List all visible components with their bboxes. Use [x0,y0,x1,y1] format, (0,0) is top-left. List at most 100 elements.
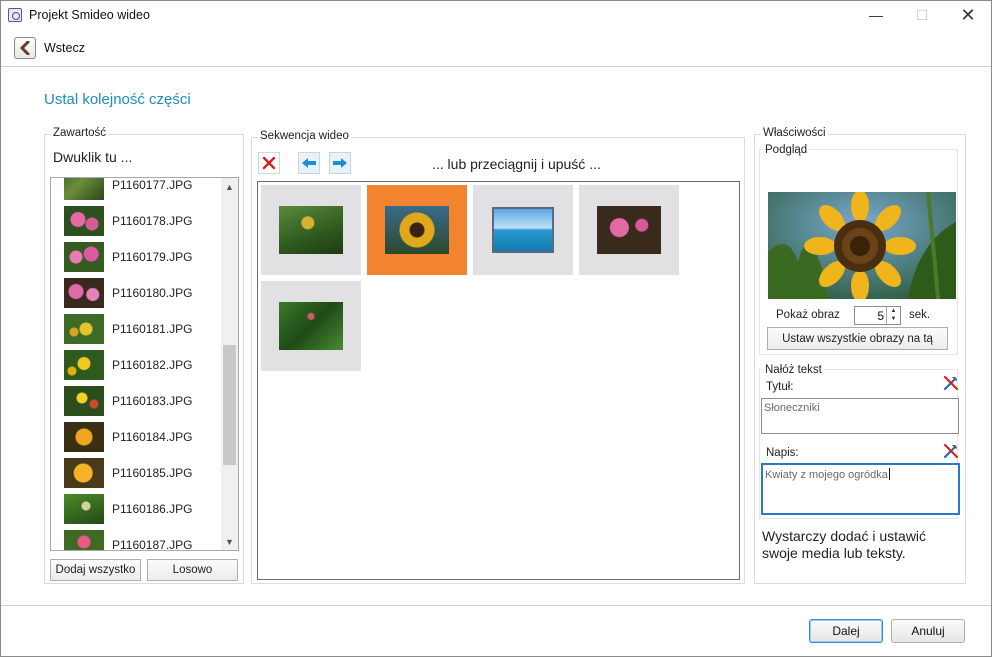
preview-image [768,192,956,299]
scroll-down-icon[interactable]: ▼ [221,533,238,550]
window-title: Projekt Smideo wideo [29,8,150,22]
duration-value[interactable]: 5 [877,309,884,323]
scroll-up-icon[interactable]: ▲ [221,178,238,195]
next-button[interactable]: Dalej [809,619,883,643]
file-thumbnail [64,494,104,524]
title-bar: Projekt Smideo wideo — ☐ ✕ [1,1,991,29]
title-input[interactable]: Słoneczniki [761,398,959,434]
sequence-thumbnail [279,302,343,350]
add-all-button[interactable]: Dodaj wszystko [50,559,141,581]
cancel-button[interactable]: Anuluj [891,619,965,643]
list-item[interactable]: P1160180.JPG [51,275,221,311]
list-item[interactable]: P1160187.JPG [51,527,221,551]
maximize-icon[interactable]: ☐ [899,1,945,29]
drop-hint: ... lub przeciągnij i upuść ... [432,156,601,172]
minimize-icon[interactable]: — [853,1,899,29]
sunflower-image [768,192,956,299]
stepper-down-icon[interactable]: ▼ [887,315,900,323]
back-label[interactable]: Wstecz [44,41,85,55]
sequence-item[interactable] [579,185,679,275]
stepper-up-icon[interactable]: ▲ [887,307,900,315]
page-title: Ustal kolejność części [44,91,191,108]
file-name: P1160181.JPG [112,322,193,336]
sequence-item[interactable] [261,281,361,371]
title-tools-icon[interactable] [942,374,960,392]
file-thumbnail [64,314,104,344]
overlay-text-group: Nałóż tekst Tytuł: Słoneczniki Napis: Kw… [759,364,960,519]
info-text: Wystarczy dodać i ustawić swoje media lu… [762,528,927,561]
file-thumbnail [64,422,104,452]
duration-stepper[interactable]: 5 ▲ ▼ [854,306,901,325]
sequence-thumbnail [279,206,343,254]
file-name: P1160185.JPG [112,466,193,480]
caption-input[interactable]: Kwiaty z mojego ogródka [761,463,960,515]
arrow-right-icon [333,158,347,168]
footer-separator [1,605,991,606]
list-item[interactable]: P1160184.JPG [51,419,221,455]
preview-legend: Podgląd [763,144,810,156]
list-item[interactable]: P1160183.JPG [51,383,221,419]
app-window: Projekt Smideo wideo — ☐ ✕ Wstecz Ustal … [0,0,992,657]
back-arrow-icon [19,40,30,55]
preview-group: Podgląd Pokaż obraz 5 ▲ ▼ sek. Ustaw wsz… [759,144,958,355]
list-item[interactable]: P1160179.JPG [51,239,221,275]
title-label: Tytuł: [766,381,794,393]
list-item[interactable]: P1160182.JPG [51,347,221,383]
set-all-images-button[interactable]: Ustaw wszystkie obrazy na tą [767,327,948,350]
stepper-buttons: ▲ ▼ [886,307,900,324]
file-name: P1160182.JPG [112,358,193,372]
file-name: P1160187.JPG [112,538,193,551]
file-list[interactable]: P1160177.JPG P1160178.JPG P1160179.JPG P… [50,177,239,551]
arrow-left-icon [302,158,316,168]
list-item[interactable]: P1160177.JPG [51,178,221,203]
list-item[interactable]: P1160185.JPG [51,455,221,491]
sequence-thumbnail [597,206,661,254]
sequence-item[interactable] [261,185,361,275]
file-name: P1160177.JPG [112,178,193,192]
file-list-scrollbar[interactable]: ▲ ▼ [221,178,238,550]
file-thumbnail [64,178,104,200]
delete-button[interactable] [258,152,280,174]
move-right-button[interactable] [329,152,351,174]
seconds-label: sek. [909,309,931,321]
double-click-hint[interactable]: Dwuklik tu ... [53,149,132,165]
show-image-label: Pokaż obraz [776,309,840,321]
random-button[interactable]: Losowo [147,559,238,581]
move-left-button[interactable] [298,152,320,174]
file-name: P1160186.JPG [112,502,193,516]
file-name: P1160184.JPG [112,430,193,444]
sequence-thumbnail [492,207,554,253]
file-thumbnail [64,350,104,380]
properties-group: Właściwości Podgląd Pokaż obraz 5 ▲ ▼ se… [754,127,966,584]
text-caret [888,468,890,480]
sequence-item[interactable] [473,185,573,275]
file-thumbnail [64,242,104,272]
close-icon[interactable]: ✕ [945,1,991,29]
app-icon [8,8,22,22]
caption-label: Napis: [766,447,799,459]
sequence-legend: Sekwencja wideo [258,130,351,142]
back-button[interactable] [14,36,36,59]
list-item[interactable]: P1160186.JPG [51,491,221,527]
delete-icon [262,156,276,170]
content-group: Zawartość Dwuklik tu ... P1160177.JPG P1… [44,127,244,584]
sequence-thumbnail [385,206,449,254]
file-name: P1160178.JPG [112,214,193,228]
navigation-bar: Wstecz [1,29,991,67]
caption-tools-icon[interactable] [942,442,960,460]
file-thumbnail [64,386,104,416]
overlay-text-legend: Nałóż tekst [763,364,824,376]
sequence-group: Sekwencja wideo ... lub przeciągnij i up… [251,130,745,584]
sequence-item-selected[interactable] [367,185,467,275]
file-thumbnail [64,206,104,236]
scroll-thumb[interactable] [223,345,236,465]
sequence-area[interactable] [257,181,740,580]
caption-text: Kwiaty z mojego ogródka [765,469,888,481]
file-thumbnail [64,278,104,308]
properties-legend: Właściwości [761,127,828,139]
file-thumbnail [64,530,104,550]
file-thumbnail [64,458,104,488]
window-controls: — ☐ ✕ [853,1,991,29]
list-item[interactable]: P1160178.JPG [51,203,221,239]
list-item[interactable]: P1160181.JPG [51,311,221,347]
